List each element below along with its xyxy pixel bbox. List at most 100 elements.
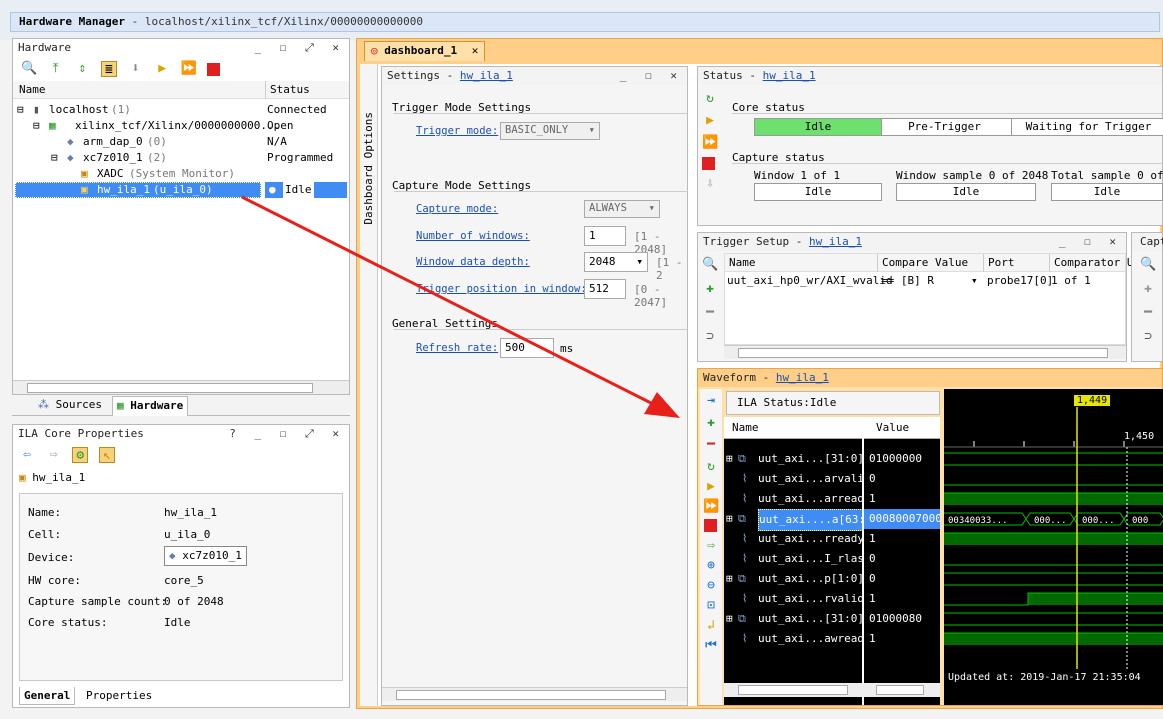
col-name[interactable]: Name <box>19 81 46 99</box>
wave-signal-row[interactable]: ⌇ uut_axi...awready <box>724 629 871 649</box>
stop-icon[interactable] <box>704 519 717 532</box>
run-trigger-icon[interactable]: ▶ <box>703 479 719 495</box>
tree-row-target[interactable]: ⊟ ▦ xilinx_tcf/Xilinx/0000000000... Open <box>13 118 349 134</box>
stop-icon[interactable] <box>207 62 221 76</box>
forward-icon[interactable]: ⇨ <box>46 447 62 463</box>
tree-row-localhost[interactable]: ⊟ ▮ localhost (1) Connected <box>13 102 349 118</box>
remove-icon[interactable]: ━ <box>702 305 718 321</box>
auto-rearm-icon[interactable]: ↻ <box>703 459 719 475</box>
dashboard-options-strip[interactable]: Dashboard Options <box>360 64 378 706</box>
col-compare[interactable]: Compare Value <box>877 254 968 272</box>
stop-icon[interactable] <box>702 157 715 170</box>
wave-signal-row[interactable]: ⌇ uut_axi...I_rlast <box>724 549 871 569</box>
trigger-compare[interactable]: == [B] R <box>881 272 934 290</box>
tab-sources[interactable]: ⁂ Sources <box>38 398 102 411</box>
chevron-down-icon[interactable]: ▾ <box>971 272 978 290</box>
zoom-out-icon[interactable]: ⊖ <box>703 578 719 594</box>
capture-mode-select[interactable]: ALWAYS ▾ <box>584 200 660 218</box>
close-icon[interactable]: ✕ <box>472 44 479 57</box>
settings-hscroll[interactable] <box>382 687 687 701</box>
remove-icon[interactable]: ━ <box>1140 305 1156 321</box>
capture-mode-label[interactable]: Capture mode: <box>416 203 498 215</box>
export-icon[interactable]: ⇨ <box>703 538 719 554</box>
gear-icon[interactable]: ⚙ <box>72 447 89 463</box>
expand-icon[interactable]: ⊞ <box>726 509 733 529</box>
fit-icon[interactable]: ⇥ <box>703 393 719 409</box>
num-windows-label[interactable]: Number of windows: <box>416 230 530 242</box>
run-immediate-icon[interactable]: ⏩ <box>702 135 718 151</box>
wave-canvas[interactable]: 00340033... 000... 000... 000 1,449 1,450 U… <box>944 389 1163 705</box>
search-icon[interactable]: 🔍 <box>702 257 718 273</box>
pointer-icon[interactable]: ↖ <box>98 447 115 463</box>
search-icon[interactable]: 🔍 <box>21 61 37 77</box>
tree-row-arm-dap[interactable]: ◆ arm_dap_0 (0) N/A <box>13 134 349 150</box>
remove-icon[interactable]: ━ <box>703 437 719 453</box>
trigger-setup-link[interactable]: hw_ila_1 <box>809 235 862 248</box>
device-button[interactable]: ◆ xc7z010_1 <box>164 546 247 566</box>
zoom-in-icon[interactable]: ⊕ <box>703 558 719 574</box>
wave-signal-row[interactable]: ⊞ ⧉ uut_axi....a[63:0] <box>724 509 880 531</box>
goto-start-icon[interactable]: ⏮ <box>703 638 719 654</box>
add-icon[interactable]: ✚ <box>1140 281 1156 297</box>
tab-hardware[interactable]: ▦ Hardware <box>112 396 189 416</box>
col-port[interactable]: Port <box>983 254 1015 272</box>
trigger-mode-label[interactable]: Trigger mode: <box>416 125 498 137</box>
wave-signal-row[interactable]: ⊞ ⧉ uut_axi...[31:0] <box>724 449 864 469</box>
wave-signal-row[interactable]: ⌇ uut_axi...arready <box>724 489 871 509</box>
tree-row-device[interactable]: ⊟ ◆ xc7z010_1 (2) Programmed <box>13 150 349 166</box>
trigpos-label[interactable]: Trigger position in window: <box>416 283 587 295</box>
search-icon[interactable]: 🔍 <box>1140 257 1156 273</box>
collapse-all-icon[interactable]: ⤒ <box>48 61 64 77</box>
wave-signal-row[interactable]: ⌇ uut_axi...arvalid <box>724 469 871 489</box>
add-icon[interactable]: ✚ <box>702 281 718 297</box>
wave-signal-row[interactable]: ⊞ ⧉ uut_axi...[31:0] <box>724 609 864 629</box>
trigger-row[interactable]: uut_axi_hp0_wr/AXI_wvalid == [B] R ▾ pro… <box>725 272 1125 290</box>
goto-cursor-icon[interactable]: ↲ <box>703 618 719 634</box>
wave-col-value[interactable]: Value <box>864 417 940 439</box>
run-trigger-icon[interactable]: ▶ <box>154 61 170 77</box>
wave-signal-row[interactable]: ⊞ ⧉ uut_axi...p[1:0] <box>724 569 864 589</box>
trigger-mode-select[interactable]: BASIC_ONLY ▾ <box>500 122 600 140</box>
tree-row-xadc[interactable]: ▣ XADC (System Monitor) <box>13 166 349 182</box>
gate-icon[interactable]: ⊃ <box>702 329 718 345</box>
export-icon[interactable]: ⇩ <box>702 176 718 192</box>
panel-controls[interactable]: ? _ ☐ ⤢ ✕ <box>229 425 345 443</box>
panel-controls[interactable]: _ ☐ ✕ <box>620 67 683 85</box>
wave-signal-row[interactable]: ⌇ uut_axi...rready <box>724 529 864 549</box>
refresh-input[interactable]: 500 <box>500 338 554 358</box>
add-icon[interactable]: ✚ <box>703 415 719 431</box>
tree-row-ila[interactable]: ▣ hw_ila_1 (u_ila_0) ● Idle <box>13 182 349 198</box>
refresh-label[interactable]: Refresh rate: <box>416 342 498 354</box>
col-status[interactable]: Status <box>265 81 310 99</box>
status-title-link[interactable]: hw_ila_1 <box>763 69 816 82</box>
wave-hscroll[interactable] <box>724 683 940 697</box>
zoom-fit-icon[interactable]: ⊡ <box>703 598 719 614</box>
run-immediate-icon[interactable]: ⏩ <box>703 499 719 515</box>
col-name[interactable]: Name <box>729 254 756 272</box>
waveform-link[interactable]: hw_ila_1 <box>776 371 829 384</box>
col-comparator[interactable]: Comparator U <box>1049 254 1133 272</box>
depth-label[interactable]: Window data depth: <box>416 256 530 268</box>
properties-icon[interactable]: ≣ <box>100 61 117 77</box>
run-trigger-icon[interactable]: ▶ <box>702 113 718 129</box>
trigger-hscroll[interactable] <box>724 345 1126 359</box>
tab-dashboard[interactable]: ◎ dashboard_1 ✕ <box>364 41 486 61</box>
expand-icon[interactable]: ⊞ <box>726 569 733 589</box>
trigpos-input[interactable]: 512 <box>584 279 626 299</box>
expand-icon[interactable]: ⊞ <box>726 449 733 469</box>
auto-rearm-icon[interactable]: ↻ <box>702 91 718 107</box>
panel-controls[interactable]: _ ☐ ⤢ ✕ <box>254 39 345 57</box>
depth-select[interactable]: 2048 ▾ <box>584 252 648 272</box>
panel-controls[interactable]: _ ☐ ✕ <box>1059 233 1122 251</box>
wave-signal-row[interactable]: ⌇ uut_axi...rvalid <box>724 589 864 609</box>
run-immediate-icon[interactable]: ⏩ <box>181 61 197 77</box>
gate-icon[interactable]: ⊃ <box>1140 329 1156 345</box>
download-icon[interactable]: ⬇ <box>128 61 144 77</box>
num-windows-input[interactable]: 1 <box>584 226 626 246</box>
settings-title-link[interactable]: hw_ila_1 <box>460 69 513 82</box>
hardware-hscroll[interactable] <box>13 380 349 394</box>
tab-properties[interactable]: Properties <box>82 687 156 704</box>
back-icon[interactable]: ⇦ <box>19 447 35 463</box>
wave-col-name[interactable]: Name <box>724 417 862 439</box>
tab-general[interactable]: General <box>19 687 76 705</box>
